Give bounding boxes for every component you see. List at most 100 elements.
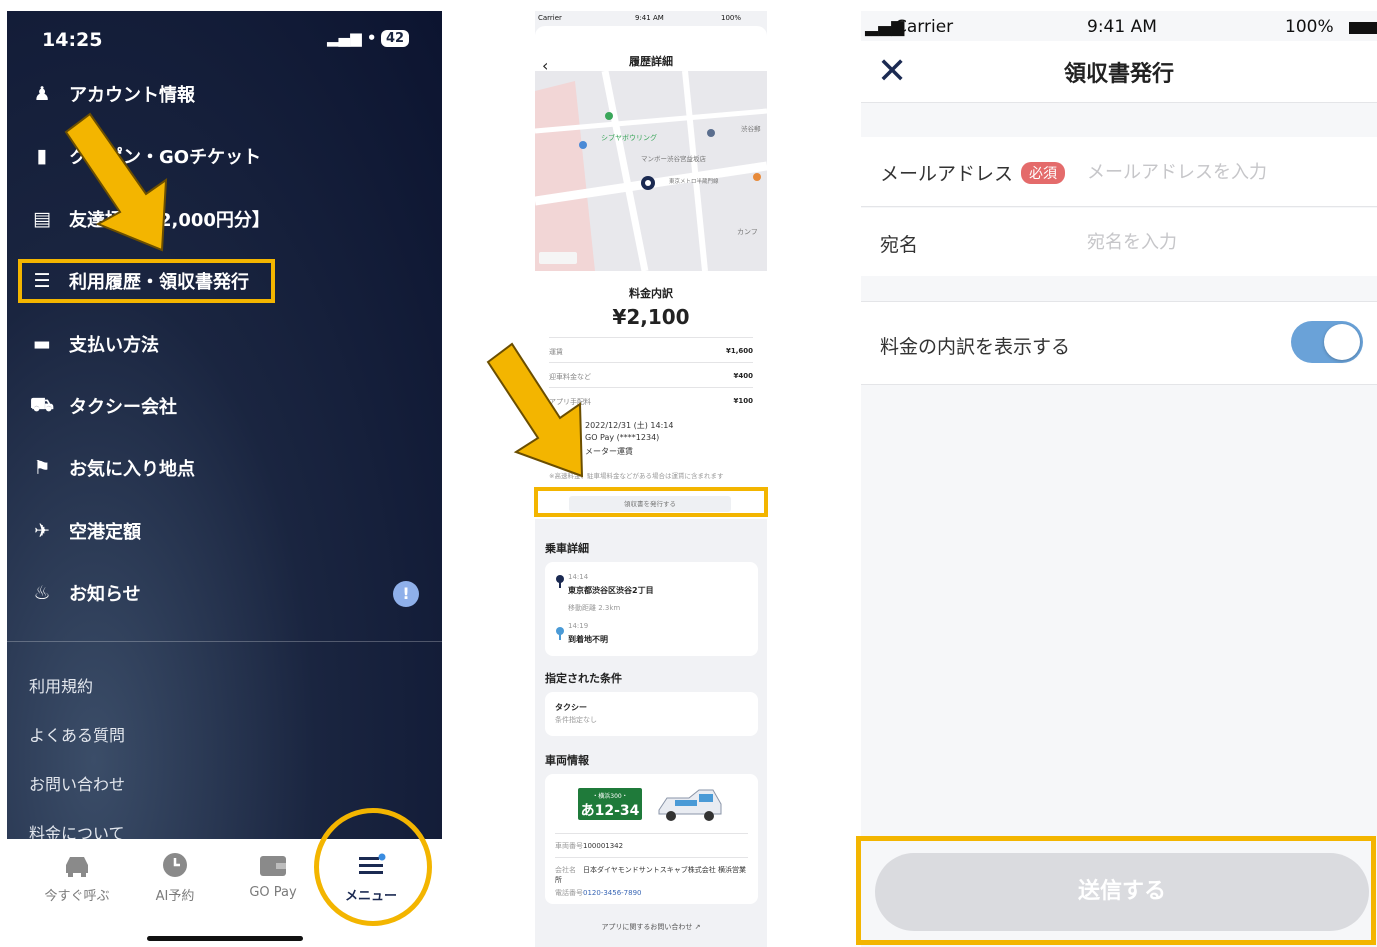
status-battery: 100% bbox=[1285, 17, 1334, 37]
divider bbox=[555, 833, 748, 834]
taxi-icon bbox=[658, 789, 722, 821]
menu-item-taxi-company[interactable]: ⛟ タクシー会社 bbox=[29, 386, 177, 426]
notification-badge: ! bbox=[393, 581, 419, 607]
menu-item-favorites[interactable]: ⚑ お気に入り地点 bbox=[29, 448, 195, 488]
menu-divider bbox=[7, 641, 442, 642]
user-icon: ♟ bbox=[33, 83, 51, 105]
ride-date-value: 2022/12/31 (土) 14:14 bbox=[585, 421, 674, 430]
menu-item-airport[interactable]: ✈ 空港定額 bbox=[29, 511, 141, 551]
license-plate: ・横浜300・ あ12-34 bbox=[578, 788, 642, 820]
menu-item-payment[interactable]: ▬ 支払い方法 bbox=[29, 324, 159, 364]
tab-label: AI予約 bbox=[155, 889, 195, 904]
company-value: 日本ダイヤモンドサントスキャブ株式会社 横浜営業所 bbox=[555, 866, 747, 884]
fare-row-value: ¥400 bbox=[733, 372, 753, 380]
fare-total: ¥2,100 bbox=[612, 305, 690, 329]
email-input[interactable] bbox=[1087, 155, 1367, 189]
tab-label: GO Pay bbox=[249, 885, 297, 900]
plate-number: あ12-34 bbox=[580, 803, 640, 819]
menu-item-label: 空港定額 bbox=[69, 522, 141, 543]
status-bar: Carrier 9:41 AM 100% bbox=[535, 14, 767, 24]
car-icon: ⛟ bbox=[30, 393, 54, 416]
status-carrier: Carrier bbox=[538, 14, 562, 22]
faq-link[interactable]: よくある質問 bbox=[29, 722, 125, 746]
vehicle-number-label: 車両番号 bbox=[555, 842, 583, 850]
vehicle-card: ・横浜300・ あ12-34 車両番号100001342 会社名 日本ダイヤモンド… bbox=[545, 774, 758, 904]
ride-detail-card: 14:14 東京都渋谷区渋谷2丁目 移動距離 2.3km 14:19 到着地不明 bbox=[545, 562, 758, 656]
dropoff-address: 到着地不明 bbox=[568, 635, 608, 644]
recipient-input[interactable] bbox=[1087, 225, 1367, 259]
wallet-icon bbox=[260, 856, 286, 876]
map-label: カンフ bbox=[737, 228, 758, 236]
map-label: シブヤボウリング bbox=[601, 134, 657, 142]
app-contact-link[interactable]: アプリに関するお問い合わせ ↗ bbox=[535, 922, 767, 932]
condition-detail: 条件指定なし bbox=[555, 716, 597, 724]
breakdown-row: 料金の内訳を表示する bbox=[861, 301, 1377, 385]
pickup-time: 14:14 bbox=[568, 573, 589, 581]
nav-bar: ‹ 履歴詳細 bbox=[535, 26, 767, 75]
email-row: メールアドレス 必須 bbox=[861, 137, 1377, 207]
map-label: 渋谷郵 bbox=[741, 125, 761, 133]
route-map[interactable]: シブヤボウリング マンボー渋谷宮益坂店 東京メトロ半蔵門線 渋谷郵 カンフ bbox=[535, 71, 767, 271]
status-time: 9:41 AM bbox=[1087, 17, 1157, 37]
breakdown-label: 料金の内訳を表示する bbox=[880, 336, 1071, 358]
pin-icon bbox=[556, 575, 564, 588]
vehicle-number: 車両番号100001342 bbox=[555, 841, 623, 851]
menu-item-label: お知らせ bbox=[69, 584, 141, 605]
phone-label: 電話番号 bbox=[555, 889, 583, 897]
fare-row-value: ¥1,600 bbox=[725, 347, 753, 355]
required-badge: 必須 bbox=[1021, 162, 1066, 184]
menu-item-account[interactable]: ♟ アカウント情報 bbox=[29, 74, 195, 114]
bell-icon: ♨ bbox=[33, 582, 51, 604]
highlight-circle bbox=[314, 808, 432, 926]
status-battery: 100% bbox=[721, 14, 742, 22]
payment-value: GO Pay (****1234) bbox=[585, 433, 660, 442]
highlight-box bbox=[856, 836, 1376, 945]
ride-distance: 移動距離 2.3km bbox=[568, 604, 621, 612]
map-illustration bbox=[535, 71, 767, 271]
menu-item-notifications[interactable]: ♨ お知らせ bbox=[29, 573, 141, 613]
fare-title: 料金内訳 bbox=[629, 287, 673, 300]
flag-icon: ⚑ bbox=[33, 457, 51, 479]
page-title: 履歴詳細 bbox=[629, 55, 673, 68]
dropoff-time: 14:19 bbox=[568, 622, 589, 630]
arrow-pointer-icon bbox=[64, 112, 168, 252]
menu-item-label: お気に入り地点 bbox=[69, 459, 195, 480]
contact-link[interactable]: お問い合わせ bbox=[29, 771, 125, 795]
phone-link[interactable]: 0120-3456-7890 bbox=[583, 889, 642, 897]
map-label: マンボー渋谷宮益坂店 bbox=[641, 155, 706, 163]
clock-icon bbox=[163, 853, 187, 877]
pickup-address: 東京都渋谷区渋谷2丁目 bbox=[568, 586, 654, 595]
car-icon bbox=[66, 857, 88, 877]
card-icon: ▬ bbox=[33, 333, 51, 355]
tab-ai-reservation[interactable]: AI予約 bbox=[130, 851, 220, 904]
nav-bar: ✕ 領収書発行 bbox=[861, 41, 1377, 103]
battery-icon: 42 bbox=[381, 30, 410, 47]
status-time: 14:25 bbox=[42, 29, 103, 51]
status-time: 9:41 AM bbox=[635, 14, 664, 22]
conditions-card: タクシー 条件指定なし bbox=[545, 692, 758, 736]
arrow-pointer-icon bbox=[486, 342, 584, 478]
tab-go-pay[interactable]: GO Pay bbox=[228, 851, 318, 900]
home-indicator bbox=[147, 936, 303, 941]
app-contact-label: アプリに関するお問い合わせ bbox=[601, 923, 693, 931]
highlight-box bbox=[534, 487, 768, 517]
ticket-icon: ▮ bbox=[36, 145, 48, 167]
page-title: 領収書発行 bbox=[1063, 62, 1174, 87]
tab-label: 今すぐ呼ぶ bbox=[44, 889, 110, 904]
gift-icon: ▤ bbox=[33, 208, 51, 230]
email-label: メールアドレス 必須 bbox=[880, 159, 1066, 186]
battery-icon bbox=[1349, 22, 1377, 34]
status-carrier: Carrier bbox=[895, 17, 954, 37]
conditions-title: 指定された条件 bbox=[545, 672, 622, 685]
company-label: 会社名 bbox=[555, 866, 576, 874]
vehicle-title: 車両情報 bbox=[545, 754, 589, 767]
plate-region: ・横浜300・ bbox=[592, 793, 628, 800]
condition-name: タクシー bbox=[555, 703, 587, 712]
tab-call-now[interactable]: 今すぐ呼ぶ bbox=[32, 851, 122, 904]
recipient-row: 宛名 bbox=[861, 208, 1377, 276]
breakdown-toggle[interactable] bbox=[1291, 321, 1363, 363]
terms-link[interactable]: 利用規約 bbox=[29, 673, 93, 697]
recipient-label: 宛名 bbox=[880, 234, 919, 256]
receipt-form-screen: ▂▄▆ Carrier 9:41 AM 100% ✕ 領収書発行 メールアドレス… bbox=[861, 11, 1377, 947]
status-bar: 14:25 ▂▄▆ • 42 bbox=[7, 29, 442, 55]
